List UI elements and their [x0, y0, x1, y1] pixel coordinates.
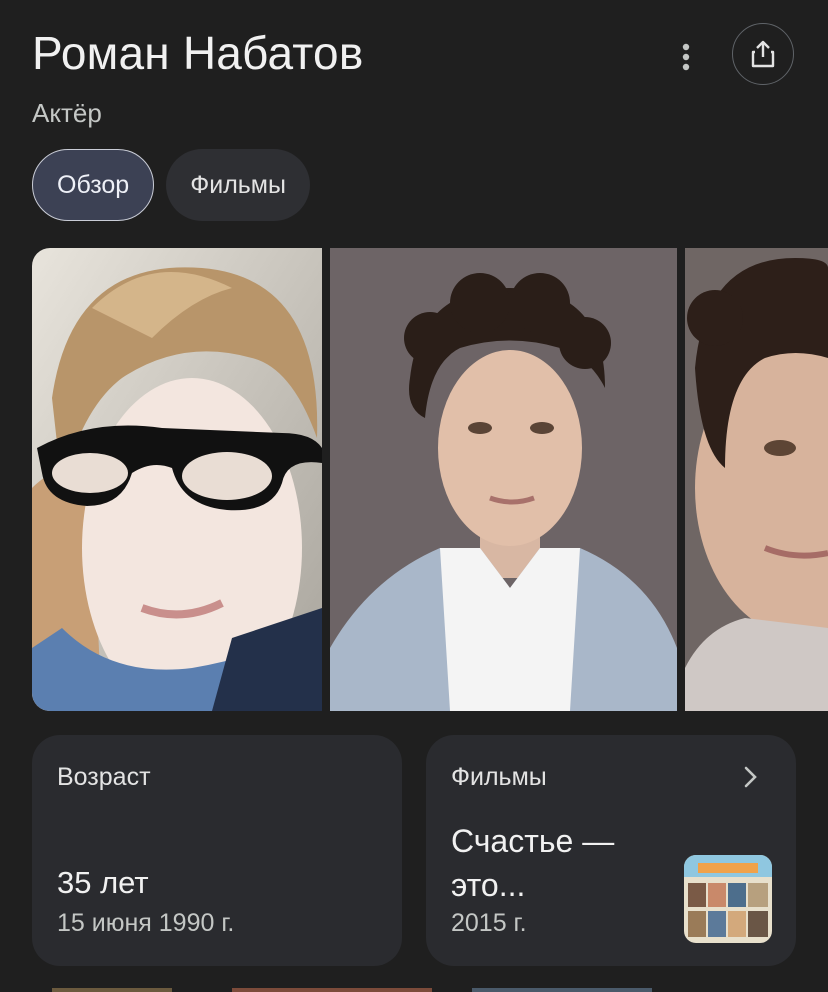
photo-1[interactable]: [32, 248, 322, 711]
share-icon: [751, 40, 775, 68]
photo-gallery[interactable]: [32, 248, 828, 711]
chevron-right-icon: [744, 766, 757, 788]
photo-2[interactable]: [330, 248, 677, 711]
tab-overview[interactable]: Обзор: [32, 149, 155, 221]
film-poster[interactable]: [684, 855, 772, 943]
tab-films[interactable]: Фильмы: [166, 149, 310, 221]
age-card[interactable]: Возраст 35 лет 15 июня 1990 г.: [32, 735, 402, 966]
page-title: Роман Набатов: [32, 27, 364, 79]
tab-bar: Обзор Фильмы: [32, 149, 310, 221]
more-options-button[interactable]: [666, 37, 706, 77]
more-vert-icon: [682, 43, 690, 71]
next-section-hint: [52, 988, 652, 992]
share-button[interactable]: [732, 23, 794, 85]
films-card[interactable]: Фильмы Счастье — это... 2015 г.: [426, 735, 796, 966]
birth-date: 15 июня 1990 г.: [57, 909, 235, 937]
age-value: 35 лет: [57, 865, 149, 900]
film-year: 2015 г.: [451, 909, 527, 937]
page-subtitle: Актёр: [32, 98, 102, 128]
age-label: Возраст: [57, 763, 151, 791]
photo-3[interactable]: [685, 248, 828, 711]
film-title: Счастье — это...: [451, 823, 615, 903]
films-label: Фильмы: [451, 763, 547, 791]
